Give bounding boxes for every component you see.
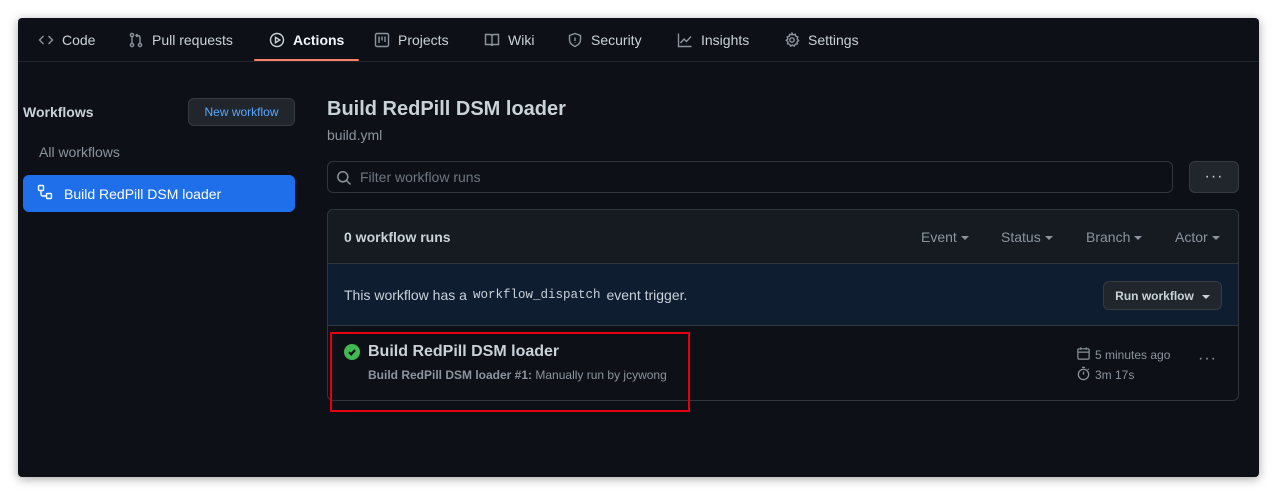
run-title-link[interactable]: Build RedPill DSM loader [368, 343, 559, 361]
sidebar-title: Workflows [23, 104, 94, 120]
all-workflows-link[interactable]: All workflows [39, 144, 120, 160]
filter-runs-field[interactable] [327, 161, 1173, 193]
gear-icon [784, 32, 800, 48]
book-icon [484, 32, 500, 48]
caret-down-icon [1211, 236, 1220, 240]
runs-header: 0 workflow runs Event Status Branch Acto… [328, 210, 1238, 264]
shield-icon [567, 32, 583, 48]
tab-label: Insights [701, 32, 750, 48]
play-icon [269, 32, 285, 48]
code-icon [38, 32, 54, 48]
search-icon [336, 170, 352, 186]
workflow-title: Build RedPill DSM loader [327, 98, 566, 120]
caret-down-icon [960, 236, 969, 240]
dispatch-prefix: This workflow has a [344, 287, 467, 303]
project-icon [374, 32, 390, 48]
tab-insights[interactable]: Insights [677, 18, 749, 62]
tab-pull-requests[interactable]: Pull requests [128, 18, 233, 62]
dropdown-label: Status [1001, 229, 1041, 245]
tab-security[interactable]: Security [567, 18, 642, 62]
repo-nav: Code Pull requests Actions Projects Wiki [18, 18, 1259, 62]
dispatch-message: This workflow has a workflow_dispatch ev… [344, 287, 687, 303]
workflow-runs-panel: 0 workflow runs Event Status Branch Acto… [327, 209, 1239, 401]
run-more-button[interactable]: ··· [1198, 350, 1217, 368]
event-filter-dropdown[interactable]: Event [921, 229, 969, 245]
tab-label: Code [62, 32, 96, 48]
dispatch-banner: This workflow has a workflow_dispatch ev… [328, 264, 1238, 326]
workflow-icon [37, 184, 53, 203]
tab-settings[interactable]: Settings [784, 18, 859, 62]
tab-label: Actions [293, 32, 345, 48]
caret-down-icon [1201, 294, 1210, 299]
caret-down-icon [1134, 236, 1143, 240]
dispatch-code: workflow_dispatch [472, 288, 601, 302]
tab-wiki[interactable]: Wiki [484, 18, 534, 62]
new-workflow-button[interactable]: New workflow [188, 98, 295, 126]
graph-icon [677, 32, 693, 48]
branch-filter-dropdown[interactable]: Branch [1086, 229, 1143, 245]
dropdown-label: Event [921, 229, 957, 245]
tab-label: Pull requests [152, 32, 233, 48]
workflow-more-button[interactable]: ··· [1189, 161, 1239, 193]
sidebar-item-label: Build RedPill DSM loader [64, 185, 222, 202]
pull-request-icon [128, 32, 144, 48]
tab-label: Settings [808, 32, 859, 48]
run-meta-workflow: Build RedPill DSM loader #1: [368, 368, 533, 382]
success-check-icon [344, 344, 360, 360]
run-duration: 3m 17s [1076, 366, 1134, 384]
stopwatch-icon [1076, 366, 1091, 384]
run-workflow-button[interactable]: Run workflow [1103, 281, 1222, 310]
tab-label: Projects [398, 32, 449, 48]
dropdown-label: Branch [1086, 229, 1131, 245]
dropdown-label: Actor [1175, 229, 1208, 245]
active-tab-underline [254, 59, 359, 61]
caret-down-icon [1044, 236, 1053, 240]
run-timestamp: 5 minutes ago [1076, 346, 1170, 364]
tab-label: Security [591, 32, 642, 48]
workflow-run-row[interactable]: Build RedPill DSM loader Build RedPill D… [328, 326, 1238, 400]
status-filter-dropdown[interactable]: Status [1001, 229, 1053, 245]
tab-code[interactable]: Code [38, 18, 95, 62]
dispatch-suffix: event trigger. [606, 287, 688, 303]
tab-projects[interactable]: Projects [374, 18, 449, 62]
workflow-file-link[interactable]: build.yml [327, 127, 382, 143]
tab-actions[interactable]: Actions [269, 18, 344, 62]
sidebar-item-build-redpill[interactable]: Build RedPill DSM loader [23, 175, 295, 212]
run-duration-text: 3m 17s [1095, 368, 1135, 382]
run-time-text: 5 minutes ago [1095, 348, 1171, 362]
tab-label: Wiki [508, 32, 535, 48]
run-meta: Build RedPill DSM loader #1: Manually ru… [368, 368, 667, 382]
actor-filter-dropdown[interactable]: Actor [1175, 229, 1220, 245]
github-window: Code Pull requests Actions Projects Wiki [18, 18, 1259, 477]
run-meta-trigger: Manually run by jcywong [535, 368, 667, 382]
runs-count: 0 workflow runs [344, 229, 451, 245]
calendar-icon [1076, 346, 1091, 364]
run-workflow-label: Run workflow [1115, 288, 1194, 303]
filter-runs-input[interactable] [360, 169, 1172, 185]
